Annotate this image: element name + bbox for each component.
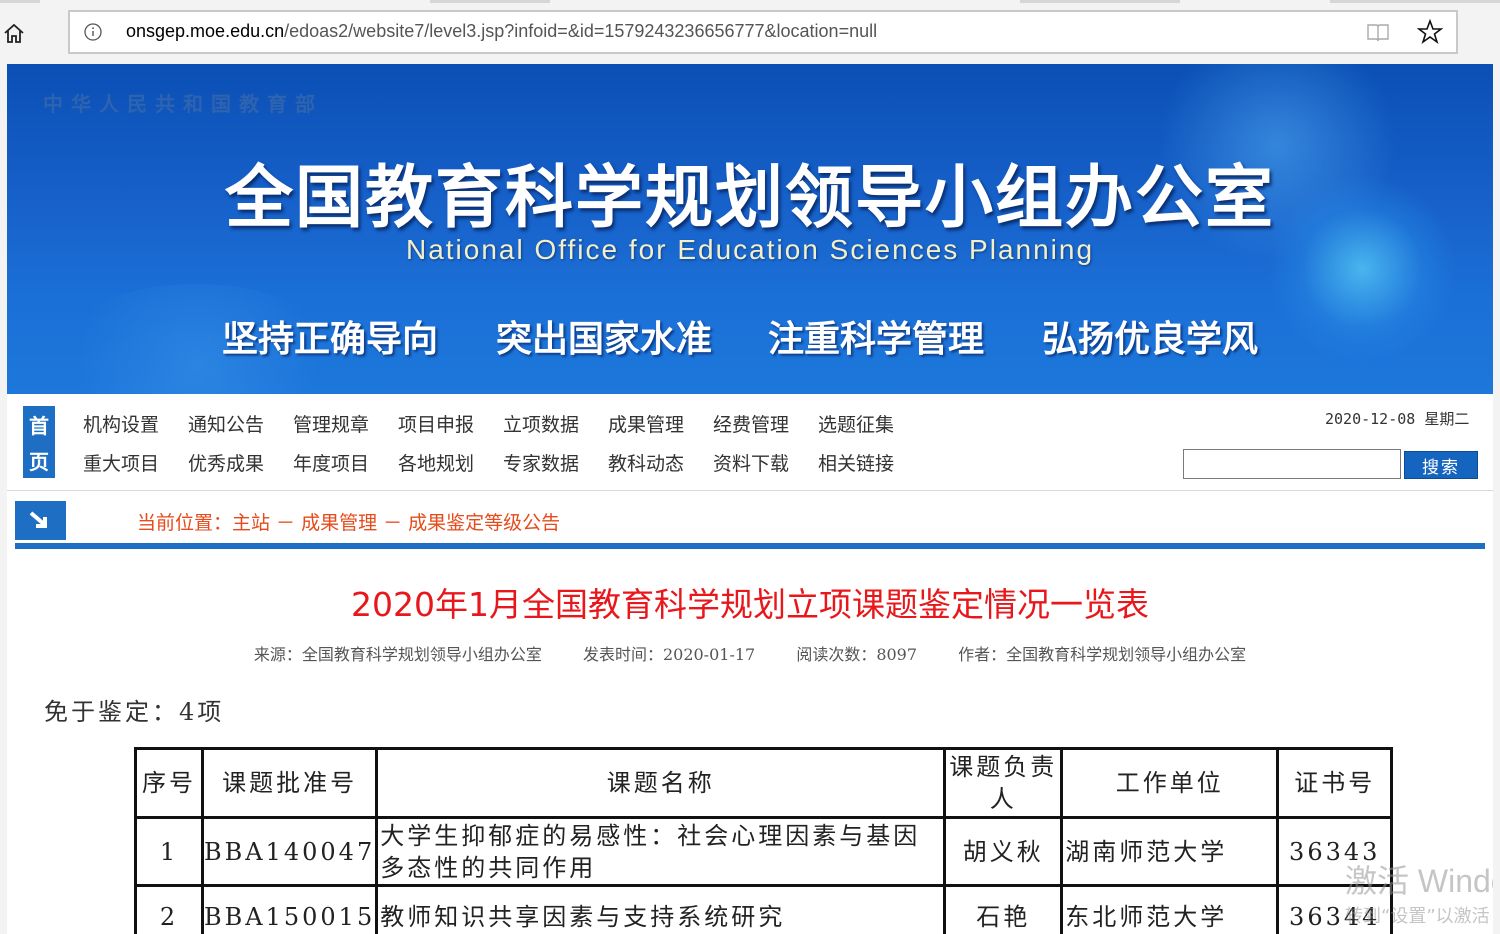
office-name: 全国教育科学规划领导小组办公室 — [224, 158, 1275, 238]
cell-lead: 石艳 — [943, 884, 1064, 934]
url-host: onsgep.moe.edu.cn — [126, 21, 285, 41]
exempt-count: 免于鉴定：4项 — [44, 698, 225, 726]
browser-toolbar: onsgep.moe.edu.cn/edoas2/website7/level3… — [0, 0, 1500, 62]
search-input[interactable] — [1183, 449, 1401, 479]
meta-source: 来源：全国教育科学规划领导小组办公室 — [253, 645, 542, 664]
office-name-en: National Office for Education Sciences P… — [405, 234, 1095, 265]
col-header: 课题批准号 — [200, 747, 379, 819]
url-text[interactable]: onsgep.moe.edu.cn/edoas2/website7/level3… — [126, 21, 877, 42]
divider — [15, 543, 1485, 549]
favorite-star-icon[interactable] — [1416, 18, 1444, 46]
url-path: /edoas2/website7/level3.jsp?infoid=&id=1… — [284, 21, 878, 41]
slogan: 坚持正确导向 — [222, 319, 439, 360]
cell-index: 1 — [134, 816, 204, 887]
nav-item[interactable]: 专家数据 — [503, 449, 608, 476]
nav-item[interactable]: 管理规章 — [293, 410, 398, 437]
nav-item[interactable]: 经费管理 — [713, 410, 818, 437]
cell-lead: 胡义秋 — [943, 816, 1064, 887]
nav-row-2: 重大项目 优秀成果 年度项目 各地规划 专家数据 教科动态 资料下载 相关链接 — [83, 449, 923, 476]
cell-index: 2 — [134, 884, 204, 934]
current-date: 2020-12-08 星期二 — [1325, 410, 1470, 428]
article-title: 2020年1月全国教育科学规划立项课题鉴定情况一览表 — [351, 585, 1149, 624]
nav-item[interactable]: 资料下载 — [713, 449, 818, 476]
slogan: 注重科学管理 — [768, 319, 985, 360]
breadcrumb[interactable]: 当前位置：主站 － 成果管理 － 成果鉴定等级公告 — [137, 508, 560, 535]
slogan: 弘扬优良学风 — [1042, 319, 1259, 360]
meta-date: 发表时间：2020-01-17 — [582, 645, 756, 664]
cell-project-name: 大学生抑郁症的易感性：社会心理因素与基因多态性的共同作用 — [375, 816, 947, 887]
nav-item[interactable]: 选题征集 — [818, 410, 923, 437]
nav-item[interactable]: 通知公告 — [188, 410, 293, 437]
meta-reads: 阅读次数：8097 — [796, 645, 918, 664]
table-row: 1 BBA140047 大学生抑郁症的易感性：社会心理因素与基因多态性的共同作用… — [134, 816, 1394, 887]
article-meta: 来源：全国教育科学规划领导小组办公室 发表时间：2020-01-17 阅读次数：… — [7, 641, 1493, 665]
location-arrow-icon — [15, 501, 66, 540]
cell-unit: 湖南师范大学 — [1060, 816, 1280, 887]
col-header: 课题名称 — [375, 747, 947, 819]
cell-approval-no: BBA150015 — [200, 884, 379, 934]
web-page: 中华人民共和国教育部 全国教育科学规划领导小组办公室 National Offi… — [7, 64, 1493, 934]
nav-item[interactable]: 相关链接 — [818, 449, 923, 476]
nav-item[interactable]: 机构设置 — [83, 410, 188, 437]
nav-item[interactable]: 教科动态 — [608, 449, 713, 476]
search-button[interactable]: 搜索 — [1404, 451, 1478, 479]
activation-watermark: 激活 Windows — [1345, 863, 1493, 899]
slogan: 突出国家水准 — [496, 319, 713, 360]
cell-project-name: 教师知识共享因素与支持系统研究 — [375, 884, 947, 934]
address-bar[interactable]: onsgep.moe.edu.cn/edoas2/website7/level3… — [68, 10, 1458, 54]
meta-author: 作者：全国教育科学规划领导小组办公室 — [958, 645, 1247, 664]
cell-unit: 东北师范大学 — [1060, 884, 1280, 934]
ministry-name: 中华人民共和国教育部 — [43, 92, 323, 116]
col-header: 序号 — [134, 747, 204, 819]
nav-item[interactable]: 优秀成果 — [188, 449, 293, 476]
results-table: 序号 课题批准号 课题名称 课题负责人 工作单位 证书号 1 BBA140047… — [134, 747, 1394, 934]
col-header: 课题负责人 — [943, 747, 1064, 819]
col-header: 证书号 — [1276, 747, 1394, 819]
site-banner: 中华人民共和国教育部 全国教育科学规划领导小组办公室 National Offi… — [7, 64, 1493, 394]
nav-item[interactable]: 重大项目 — [83, 449, 188, 476]
nav-row-1: 机构设置 通知公告 管理规章 项目申报 立项数据 成果管理 经费管理 选题征集 — [83, 410, 923, 437]
main-nav: 首 页 机构设置 通知公告 管理规章 项目申报 立项数据 成果管理 经费管理 选… — [7, 394, 1493, 491]
home-icon[interactable] — [0, 18, 28, 48]
activation-watermark-hint: 转到“设置”以激活 Windows。 — [1345, 906, 1493, 927]
reading-view-icon[interactable] — [1366, 22, 1390, 44]
table-row: 2 BBA150015 教师知识共享因素与支持系统研究 石艳 东北师范大学 36… — [134, 884, 1394, 934]
nav-item[interactable]: 年度项目 — [293, 449, 398, 476]
nav-item[interactable]: 各地规划 — [398, 449, 503, 476]
col-header: 工作单位 — [1060, 747, 1280, 819]
nav-item[interactable]: 成果管理 — [608, 410, 713, 437]
info-icon[interactable] — [84, 23, 102, 41]
nav-item[interactable]: 项目申报 — [398, 410, 503, 437]
nav-home[interactable]: 首 页 — [23, 406, 55, 478]
cell-approval-no: BBA140047 — [200, 816, 379, 887]
table-header-row: 序号 课题批准号 课题名称 课题负责人 工作单位 证书号 — [134, 747, 1394, 819]
tab-strip — [0, 0, 1500, 4]
nav-item[interactable]: 立项数据 — [503, 410, 608, 437]
